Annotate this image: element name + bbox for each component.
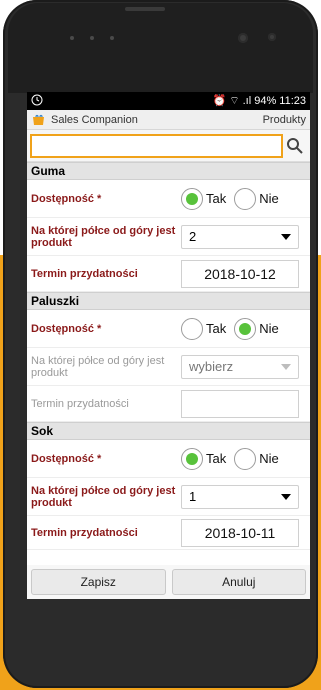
radio-tak-label: Tak: [206, 191, 227, 206]
expiry-date-input[interactable]: 2018-10-11: [181, 518, 299, 547]
section-guma-header: Guma: [27, 162, 310, 180]
section-paluszki-availability-row: Dostępność * Tak Nie: [27, 310, 310, 348]
radio-nie[interactable]: [234, 447, 257, 470]
cancel-button[interactable]: Anuluj: [171, 569, 306, 595]
availability-radio-group: Tak Nie: [181, 317, 279, 340]
app-title: Sales Companion: [51, 113, 138, 126]
radio-nie[interactable]: [234, 317, 257, 340]
expiry-label: Termin przydatności: [31, 526, 138, 539]
shelf-label: Na której półce od góry jest produkt: [31, 354, 165, 379]
section-guma-expiry-row: Termin przydatności 2018-10-12: [27, 256, 310, 292]
availability-label: Dostępność *: [31, 452, 102, 465]
action-bar: Zapisz Anuluj: [27, 565, 310, 599]
status-right: ⏰ ⌔ .ıl 94% 11:23: [212, 94, 306, 108]
section-paluszki-shelf-row: Na której półce od góry jest produkt wyb…: [27, 348, 310, 386]
shelf-select-value: 2: [189, 229, 197, 244]
search-icon[interactable]: [283, 134, 307, 158]
section-guma-shelf-row: Na której półce od góry jest produkt 2: [27, 218, 310, 256]
expiry-label: Termin przydatności: [31, 397, 129, 410]
availability-label: Dostępność *: [31, 322, 102, 335]
availability-radio-group: Tak Nie: [181, 187, 279, 210]
radio-nie-label: Nie: [259, 451, 279, 466]
battery-time: 94% 11:23: [254, 95, 306, 107]
app-screen: ⏰ ⌔ .ıl 94% 11:23 Sales Companion Produk…: [27, 92, 310, 599]
alarm-icon: [31, 94, 212, 109]
radio-tak[interactable]: [181, 447, 203, 470]
section-sok-availability-row: Dostępność * Tak Nie: [27, 440, 310, 478]
section-sok-header: Sok: [27, 422, 310, 440]
shopping-bag-icon: [31, 114, 47, 126]
earpiece-slot: [125, 7, 165, 11]
save-button[interactable]: Zapisz: [31, 569, 166, 595]
section-paluszki-header: Paluszki: [27, 292, 310, 310]
speaker-dots: [70, 33, 276, 45]
radio-tak-label: Tak: [206, 321, 227, 336]
radio-tak[interactable]: [181, 187, 203, 210]
shelf-select[interactable]: wybierz: [181, 354, 299, 379]
phone-top-bezel: [8, 3, 313, 93]
availability-label: Dostępność *: [31, 192, 102, 205]
chevron-down-icon: [281, 493, 291, 500]
search-input[interactable]: [30, 133, 283, 158]
radio-tak[interactable]: [181, 317, 203, 340]
shelf-select-value: wybierz: [189, 359, 234, 374]
radio-tak-label: Tak: [206, 451, 227, 466]
shelf-label: Na której półce od góry jest produkt: [31, 484, 176, 509]
section-paluszki-expiry-row: Termin przydatności: [27, 386, 310, 422]
expiry-date-input[interactable]: 2018-10-12: [181, 259, 299, 288]
expiry-label: Termin przydatności: [31, 267, 138, 280]
sensor: [268, 33, 276, 41]
products-link[interactable]: Produkty: [263, 114, 306, 126]
expiry-date-input[interactable]: [181, 389, 299, 418]
shelf-label: Na której półce od góry jest produkt: [31, 224, 176, 249]
shelf-select[interactable]: 2: [181, 224, 299, 249]
section-sok-shelf-row: Na której półce od góry jest produkt 1: [27, 478, 310, 516]
search-row: [27, 130, 310, 162]
radio-nie[interactable]: [234, 187, 257, 210]
section-guma-availability-row: Dostępność * Tak Nie: [27, 180, 310, 218]
section-sok-expiry-row: Termin przydatności 2018-10-11: [27, 516, 310, 550]
status-bar: ⏰ ⌔ .ıl 94% 11:23: [27, 92, 310, 110]
status-icons: ⏰ ⌔ .ıl: [212, 95, 255, 107]
radio-nie-label: Nie: [259, 191, 279, 206]
shelf-select[interactable]: 1: [181, 484, 299, 509]
radio-nie-label: Nie: [259, 321, 279, 336]
shelf-select-value: 1: [189, 489, 197, 504]
front-camera: [238, 33, 248, 43]
app-bar: Sales Companion Produkty: [27, 110, 310, 130]
availability-radio-group: Tak Nie: [181, 447, 279, 470]
chevron-down-icon: [281, 233, 291, 240]
chevron-down-icon: [281, 363, 291, 370]
